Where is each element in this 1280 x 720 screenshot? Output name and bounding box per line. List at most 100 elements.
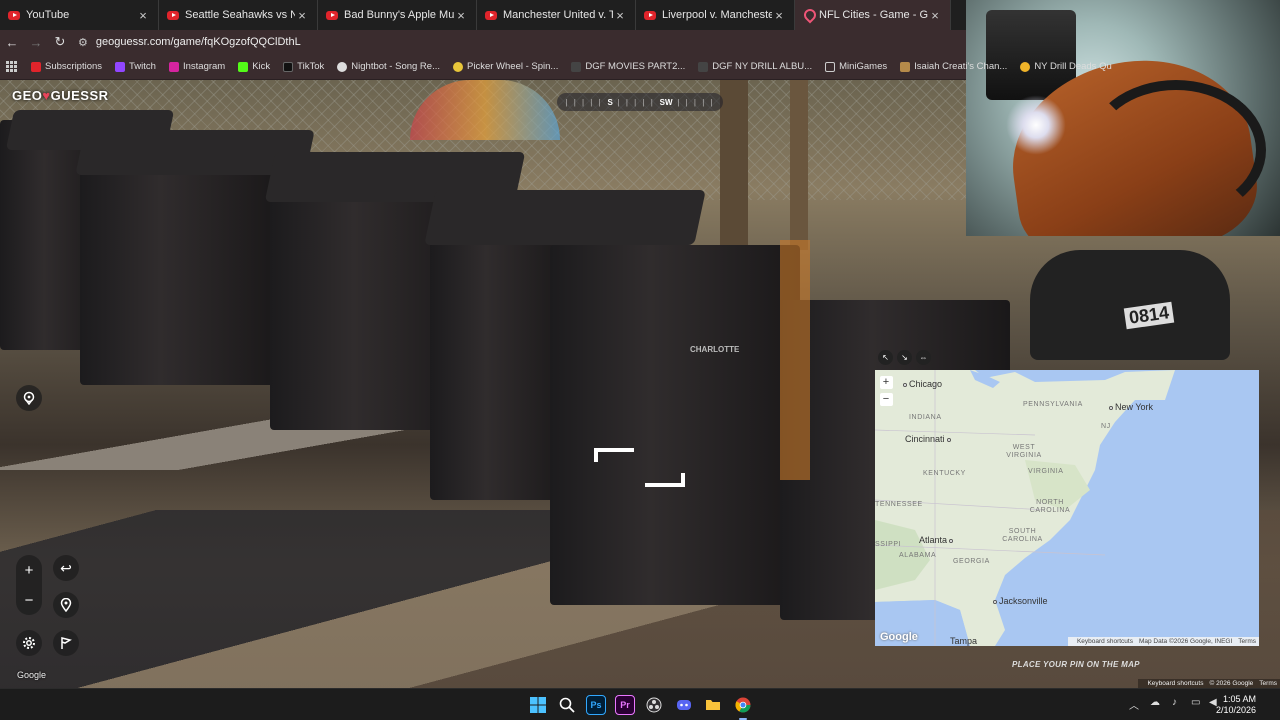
site-icon — [1020, 61, 1031, 72]
bookmark-tiktok[interactable]: TikTok — [283, 61, 324, 72]
map-terms-link[interactable]: Terms — [1238, 638, 1256, 645]
sv-keyboard-shortcuts-link[interactable]: Keyboard shortcuts — [1147, 680, 1203, 687]
back-arrow-icon[interactable]: ← — [0, 35, 24, 50]
place-pin-hint: PLACE YOUR PIN ON THE MAP — [1012, 660, 1140, 669]
bookmark-dgf-ny-drill[interactable]: DGF NY DRILL ALBU... — [698, 61, 812, 72]
bookmark-subscriptions[interactable]: Subscriptions — [31, 61, 102, 72]
reload-icon[interactable]: ↻ — [48, 34, 72, 50]
url-text: geoguessr.com/game/fqKOgzofQQClDthL — [95, 36, 301, 48]
tab-geoguessr[interactable]: NFL Cities - Game - GeoGuessr× — [795, 0, 951, 30]
map-zoom-out-button[interactable]: − — [879, 393, 893, 406]
tab-man-united[interactable]: Manchester United v. Tottenha× — [477, 0, 636, 30]
apps-grid-icon[interactable] — [6, 60, 17, 73]
tab-close-icon[interactable]: × — [136, 8, 150, 23]
map-state-label: PENNSYLVANIA — [1023, 401, 1083, 408]
youtube-icon — [167, 10, 179, 20]
tab-seahawks[interactable]: Seattle Seahawks vs New Engla× — [159, 0, 318, 30]
network-icon[interactable]: ▭ — [1191, 697, 1200, 708]
tab-close-icon[interactable]: × — [613, 8, 627, 23]
tab-title: Bad Bunny's Apple Music Super — [344, 9, 454, 21]
map-state-label: KENTUCKY — [923, 470, 966, 477]
photoshop-icon[interactable]: Ps — [586, 695, 606, 715]
microphone-icon[interactable]: ♪ — [1172, 697, 1177, 708]
trash-bin-7: 0814 — [1030, 250, 1230, 360]
bookmark-dgf-movies[interactable]: DGF MOVIES PART2... — [571, 61, 685, 72]
map-pin-button[interactable]: ⇔ — [916, 350, 931, 365]
chevron-up-icon[interactable]: ︿ — [1129, 697, 1139, 712]
bookmark-picker-wheel[interactable]: Picker Wheel - Spin... — [453, 61, 558, 72]
browser-toolbar: ← → ↻ ⚙ geoguessr.com/game/fqKOgzofQQClD… — [0, 30, 966, 54]
tab-title: YouTube — [26, 9, 70, 21]
site-icon — [900, 61, 911, 72]
return-to-start-button[interactable] — [16, 385, 42, 411]
tab-title: NFL Cities - Game - GeoGuessr — [819, 9, 928, 21]
search-icon[interactable] — [557, 695, 577, 715]
checkpoint-button[interactable] — [53, 592, 79, 618]
bookmark-ny-drill-deads[interactable]: NY Drill Deads Qu — [1020, 61, 1112, 72]
map-keyboard-shortcuts-link[interactable]: Keyboard shortcuts — [1077, 638, 1133, 645]
wooden-post — [720, 80, 748, 260]
twitch-icon — [115, 61, 126, 72]
bookmark-isaiah-creati[interactable]: Isaiah Creati's Chan... — [900, 61, 1007, 72]
guess-map[interactable]: + − Chicago New York Cincinnati Atlanta … — [875, 370, 1259, 646]
logo-text-geo: GEO — [12, 88, 43, 103]
site-icon — [571, 61, 582, 72]
map-state-label: VIRGINIA — [1028, 468, 1064, 475]
bookmark-twitch[interactable]: Twitch — [115, 61, 156, 72]
report-flag-button[interactable] — [53, 630, 79, 656]
map-city-tampa: Tampa — [950, 636, 978, 646]
bookmark-instagram[interactable]: Instagram — [168, 61, 225, 72]
sv-terms-link[interactable]: Terms — [1259, 680, 1277, 687]
map-state-label: INDIANA — [909, 414, 942, 421]
forward-arrow-icon[interactable]: → — [24, 35, 48, 50]
tab-close-icon[interactable]: × — [295, 8, 309, 23]
crosshair-corner-bottom — [645, 473, 685, 487]
windows-start-icon[interactable] — [528, 695, 548, 715]
compass-ticks: | | | | | — [565, 97, 603, 107]
map-shrink-button[interactable]: ↘ — [897, 350, 912, 365]
trash-bin-lid-4 — [424, 190, 706, 245]
bookmark-nightbot[interactable]: Nightbot - Song Re... — [337, 61, 440, 72]
youtube-icon — [31, 61, 41, 72]
site-icon — [698, 61, 709, 72]
chrome-icon[interactable] — [733, 695, 753, 720]
tab-close-icon[interactable]: × — [772, 8, 786, 23]
gear-icon — [23, 637, 35, 649]
system-clock[interactable]: 1:05 AM 2/10/2026 — [1216, 694, 1256, 716]
premiere-icon[interactable]: Pr — [615, 695, 635, 715]
map-city-atlanta: Atlanta — [919, 535, 955, 545]
bookmark-minigames[interactable]: MiniGames — [825, 61, 887, 72]
compass-heading-southwest: SW — [659, 97, 673, 107]
sunlight-streak — [780, 240, 810, 480]
webcam-light — [1006, 95, 1066, 155]
webcam-overlay — [966, 0, 1280, 236]
logo-text-guessr: GUESSR — [50, 88, 109, 103]
file-explorer-icon[interactable] — [703, 695, 723, 715]
undo-move-button[interactable]: ↩ — [53, 555, 79, 581]
tab-liverpool[interactable]: Liverpool v. Manchester City | P× — [636, 0, 795, 30]
tab-bad-bunny[interactable]: Bad Bunny's Apple Music Super× — [318, 0, 477, 30]
map-city-new-york: New York — [1109, 402, 1153, 412]
zoom-controls: + − — [16, 555, 42, 615]
flag-icon — [61, 637, 72, 649]
address-bar[interactable]: ⚙ geoguessr.com/game/fqKOgzofQQClDthL — [78, 36, 301, 49]
discord-icon[interactable] — [674, 695, 694, 715]
zoom-in-button[interactable]: + — [25, 562, 34, 579]
google-watermark: Google — [17, 670, 47, 680]
map-state-label: NJ — [1101, 423, 1111, 430]
map-city-chicago: Chicago — [903, 379, 942, 389]
site-info-icon[interactable]: ⚙ — [78, 36, 88, 49]
bookmark-kick[interactable]: Kick — [238, 61, 270, 72]
tab-close-icon[interactable]: × — [928, 8, 942, 23]
tab-youtube[interactable]: YouTube × — [0, 0, 159, 30]
map-expand-button[interactable]: ↖ — [878, 350, 893, 365]
map-zoom-in-button[interactable]: + — [879, 376, 893, 389]
settings-button[interactable] — [16, 630, 42, 656]
zoom-out-button[interactable]: − — [25, 592, 34, 609]
obs-icon[interactable] — [644, 695, 664, 715]
youtube-icon — [326, 10, 338, 20]
geoguessr-logo[interactable]: GEO♥GUESSR — [12, 88, 109, 103]
cloud-icon[interactable]: ☁ — [1150, 697, 1160, 708]
tab-close-icon[interactable]: × — [454, 8, 468, 23]
location-marker-icon — [23, 391, 35, 405]
